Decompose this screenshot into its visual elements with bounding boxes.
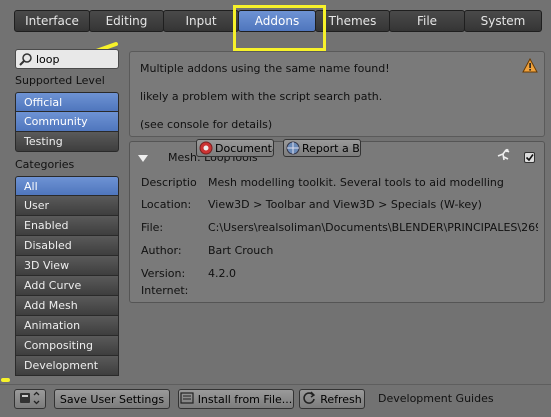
file-value: C:\Users\realsoliman\Documents\BLENDER\P…	[208, 221, 538, 234]
refresh-label: Refresh	[320, 392, 362, 406]
warning-text-3: (see console for details)	[140, 118, 273, 131]
report-bug-button[interactable]: Report a Bu	[283, 139, 361, 157]
category-compositing[interactable]: Compositing	[15, 336, 119, 356]
expand-triangle-icon[interactable]	[138, 153, 148, 166]
description-label: Descriptio	[141, 176, 197, 189]
category-all[interactable]: All	[15, 176, 119, 196]
warning-text-2: likely a problem with the script search …	[140, 90, 383, 103]
warning-panel: Multiple addons using the same name foun…	[129, 51, 545, 137]
category-add-mesh[interactable]: Add Mesh	[15, 296, 119, 316]
category-disabled[interactable]: Disabled	[15, 236, 119, 256]
refresh-icon	[302, 391, 316, 408]
help-icon	[199, 141, 213, 155]
description-value: Mesh modelling toolkit. Several tools to…	[208, 176, 504, 189]
tab-input[interactable]: Input	[163, 10, 239, 32]
level-community[interactable]: Community	[15, 112, 119, 132]
install-label: Install from File...	[197, 392, 293, 406]
category-enabled[interactable]: Enabled	[15, 216, 119, 236]
search-input[interactable]	[33, 52, 109, 66]
tab-interface[interactable]: Interface	[14, 10, 90, 32]
tab-system[interactable]: System	[464, 10, 542, 32]
bottom-toolbar: Save User Settings Install from File... …	[0, 384, 551, 417]
category-user[interactable]: User	[15, 196, 119, 216]
user-addon-icon	[496, 148, 512, 166]
documentation-button[interactable]: Documenta	[196, 139, 274, 157]
warning-text-1: Multiple addons using the same name foun…	[140, 62, 390, 75]
highlight-box-addons	[233, 5, 326, 51]
filebrowser-icon	[180, 391, 194, 407]
category-3d-view[interactable]: 3D View	[15, 256, 119, 276]
install-from-file-button[interactable]: Install from File...	[178, 389, 294, 409]
category-development[interactable]: Development	[15, 356, 119, 376]
addon-search-field[interactable]	[15, 49, 119, 69]
report-bug-label: Report a Bu	[302, 141, 361, 155]
tab-file[interactable]: File	[389, 10, 465, 32]
addon-entry-looptools: Mesh: LoopTools Descriptio Mesh modellin…	[129, 141, 545, 303]
version-value: 4.2.0	[208, 267, 236, 280]
tab-themes[interactable]: Themes	[315, 10, 390, 32]
url-icon	[286, 141, 300, 155]
save-user-settings-button[interactable]: Save User Settings	[54, 389, 170, 409]
level-official[interactable]: Official	[15, 92, 119, 112]
editor-type-selector[interactable]	[14, 389, 46, 409]
category-animation[interactable]: Animation	[15, 316, 119, 336]
categories-heading: Categories	[15, 158, 75, 171]
preferences-icon	[19, 391, 41, 408]
location-value: View3D > Toolbar and View3D > Specials (…	[208, 198, 482, 211]
documentation-label: Documenta	[215, 141, 274, 155]
supported-level-heading: Supported Level	[15, 74, 105, 87]
addon-enabled-checkbox[interactable]	[524, 152, 535, 163]
development-guides-link[interactable]: Development Guides	[378, 392, 494, 405]
search-icon	[19, 52, 33, 66]
level-testing[interactable]: Testing	[15, 132, 119, 152]
refresh-button[interactable]: Refresh	[299, 389, 365, 409]
warning-icon	[522, 57, 538, 76]
category-add-curve[interactable]: Add Curve	[15, 276, 119, 296]
internet-label: Internet:	[141, 284, 189, 297]
author-value: Bart Crouch	[208, 244, 274, 257]
tab-editing[interactable]: Editing	[89, 10, 164, 32]
